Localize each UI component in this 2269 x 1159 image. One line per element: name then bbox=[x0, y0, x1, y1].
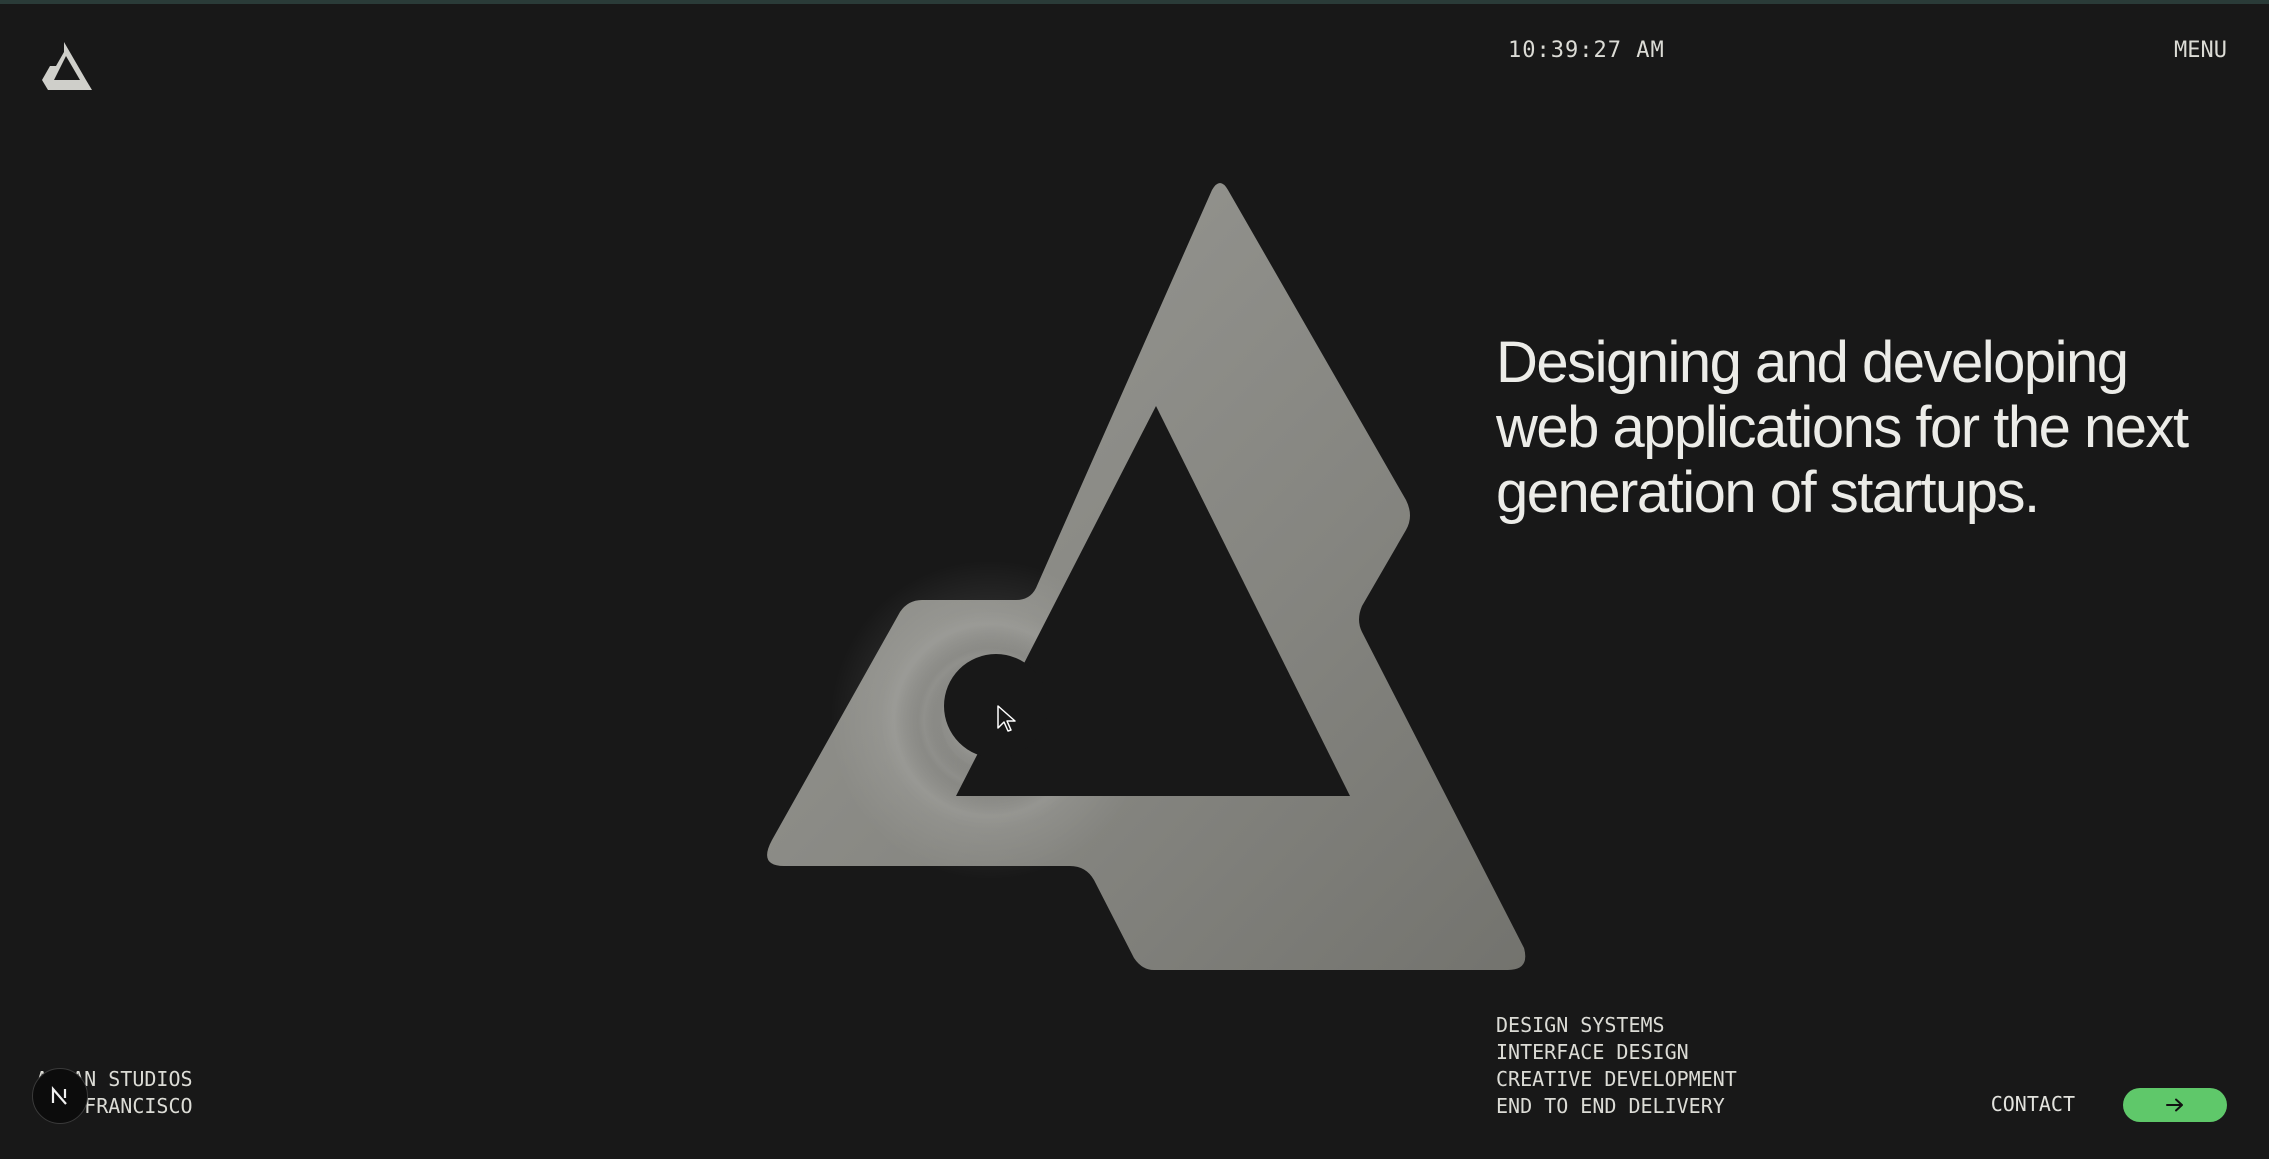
contact-label[interactable]: CONTACT bbox=[1991, 1092, 2075, 1116]
service-item: END TO END DELIVERY bbox=[1496, 1094, 1725, 1118]
service-item: INTERFACE DESIGN bbox=[1496, 1040, 1689, 1064]
nextjs-badge-icon[interactable] bbox=[32, 1068, 88, 1124]
hero-headline: Designing and developing web application… bbox=[1496, 330, 2189, 525]
n-icon bbox=[51, 1086, 67, 1105]
services-list: DESIGN SYSTEMS INTERFACE DESIGN CREATIVE… bbox=[1496, 1012, 1737, 1120]
clock-display: 10:39:27 AM bbox=[1508, 38, 1665, 63]
contact-button[interactable] bbox=[2123, 1088, 2227, 1122]
arrow-right-icon bbox=[2166, 1098, 2183, 1112]
service-item: DESIGN SYSTEMS bbox=[1496, 1013, 1665, 1037]
menu-button[interactable]: MENU bbox=[2174, 38, 2227, 63]
mouse-cursor-icon bbox=[997, 705, 1016, 732]
service-item: CREATIVE DEVELOPMENT bbox=[1496, 1067, 1737, 1091]
triangle-logo-icon[interactable] bbox=[36, 40, 92, 92]
top-border bbox=[0, 0, 2269, 4]
triangle-logo-3d-icon bbox=[767, 183, 1526, 970]
